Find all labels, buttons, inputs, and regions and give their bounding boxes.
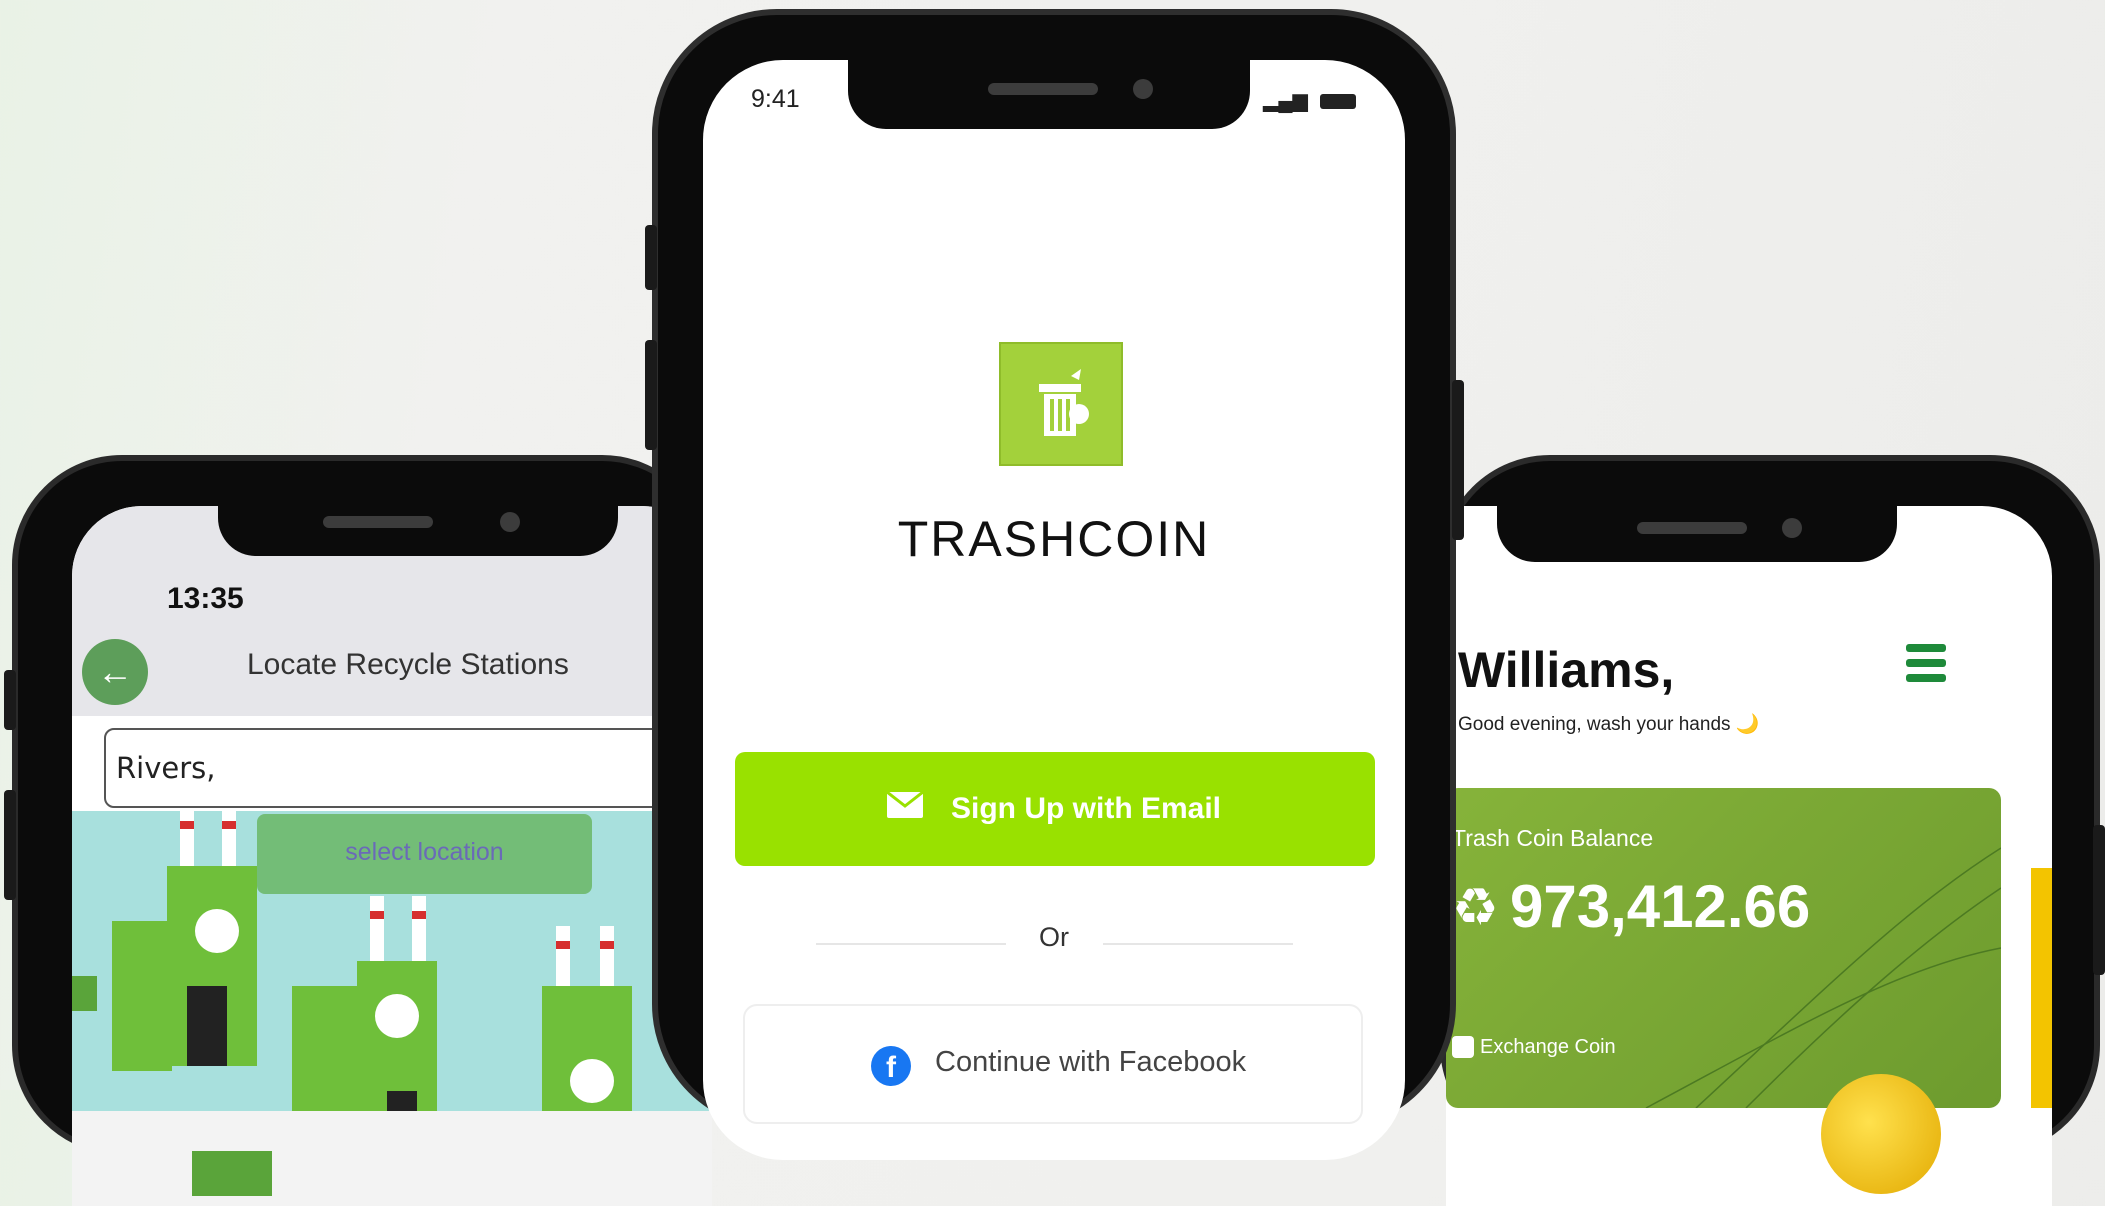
camera: [1782, 518, 1802, 538]
dashboard-screen: Williams, Good evening, wash your hands …: [1446, 506, 2052, 1206]
balance-label: Trash Coin Balance: [1452, 825, 1654, 851]
facebook-login-label: Continue with Facebook: [935, 1046, 1247, 1078]
side-button: [645, 225, 657, 290]
search-container: [94, 716, 712, 808]
facebook-icon: f: [871, 1046, 911, 1086]
recycle-icon: ♻: [1452, 879, 1499, 937]
exchange-icon: [1452, 1036, 1474, 1058]
side-button: [4, 790, 16, 900]
mail-icon: [886, 790, 924, 828]
battery-icon: [1319, 94, 1356, 110]
secondary-card-edge: [2031, 868, 2052, 1108]
trash-bin-icon: [1039, 369, 1089, 436]
select-location-button[interactable]: select location: [257, 814, 592, 894]
arrow-left-icon: ←: [97, 651, 133, 692]
brand-name: TRASHCOIN: [897, 511, 1211, 567]
status-time: 13:35: [167, 582, 244, 615]
camera: [1133, 79, 1153, 99]
status-icons: ▂▄▆: [1263, 88, 1356, 113]
center-phone-frame: 9:41 ▂▄▆ TRASHCOIN Sign Up with Email Or…: [652, 9, 1456, 1160]
speaker: [988, 83, 1098, 95]
greeting-name: Williams,: [1458, 642, 1675, 698]
signup-email-label: Sign Up with Email: [951, 792, 1222, 825]
greeting-subtitle: Good evening, wash your hands 🌙: [1458, 714, 1760, 735]
back-button[interactable]: ←: [82, 639, 148, 705]
signal-icon: ▂▄▆: [1263, 90, 1308, 112]
notch: [218, 500, 618, 556]
notch: [848, 53, 1250, 129]
side-button: [645, 340, 657, 450]
recycle-stations-screen: 13:35 ← Locate Recycle Stations Rivers, …: [72, 506, 712, 1206]
divider-right: [1103, 943, 1293, 945]
signup-screen: 9:41 ▂▄▆ TRASHCOIN Sign Up with Email Or…: [703, 60, 1405, 1160]
app-logo: [999, 342, 1123, 466]
right-notch: [1497, 506, 1897, 562]
balance-value: 973,412.66: [1510, 873, 1811, 940]
facebook-login-button[interactable]: f Continue with Facebook: [743, 1004, 1363, 1124]
page-title: Locate Recycle Stations: [247, 648, 569, 681]
signup-email-button[interactable]: Sign Up with Email: [735, 752, 1375, 866]
location-search-input[interactable]: [104, 728, 712, 808]
or-divider-text: Or: [1039, 922, 1069, 952]
side-button: [4, 670, 16, 730]
speaker: [323, 516, 433, 528]
balance-card[interactable]: Trash Coin Balance ♻ 973,412.66 Exchange…: [1446, 788, 2001, 1108]
status-time: 9:41: [751, 85, 800, 113]
side-button: [2093, 825, 2105, 975]
camera: [500, 512, 520, 532]
coin-icon: [1821, 1074, 1941, 1194]
left-phone-frame: 13:35 ← Locate Recycle Stations Rivers, …: [12, 455, 712, 1206]
side-button: [1452, 380, 1464, 540]
hamburger-menu-icon[interactable]: [1906, 644, 1946, 689]
speaker: [1637, 522, 1747, 534]
exchange-coin-link[interactable]: Exchange Coin: [1480, 1036, 1616, 1059]
